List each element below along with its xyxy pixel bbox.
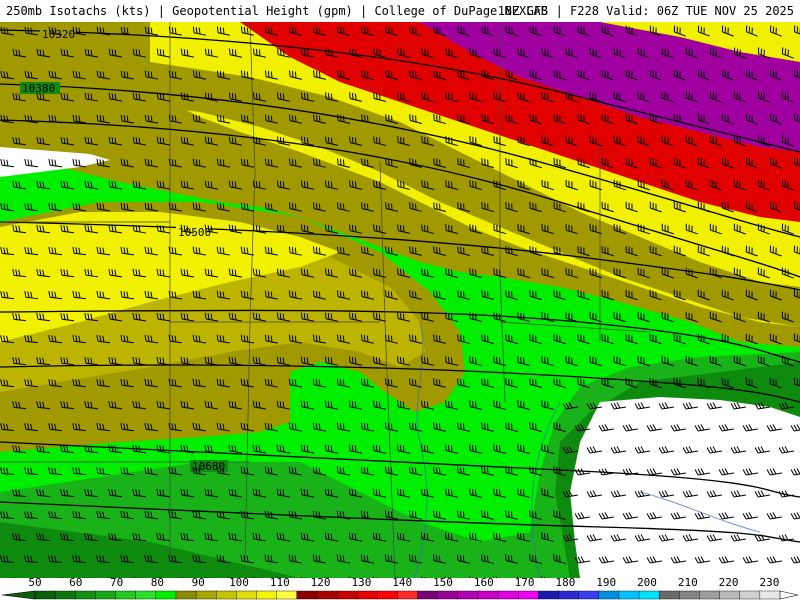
- legend-swatch: [195, 590, 217, 600]
- legend-tick-170: 170: [514, 576, 535, 589]
- legend-swatch: [518, 590, 539, 600]
- isotach-legend: 50 60 70 80 90 100 110 120 130 140 150 160 170 180 190…: [0, 576, 800, 600]
- legend-swatch: [316, 590, 338, 600]
- legend-tick-200: 200: [637, 576, 657, 589]
- legend-swatch: [75, 590, 96, 600]
- legend-swatch: [679, 590, 700, 600]
- legend-swatch: [236, 590, 257, 600]
- legend-swatch: [216, 590, 237, 600]
- isotach-below-threshold-east: [570, 397, 800, 578]
- legend-swatch: [739, 590, 761, 600]
- legend-tick-190: 190: [596, 576, 617, 589]
- legend-swatch: [54, 590, 76, 600]
- legend-tick-220: 220: [718, 576, 739, 589]
- legend-swatch: [719, 590, 741, 600]
- legend-swatch: [276, 590, 298, 600]
- legend-arrow-high: [779, 590, 799, 600]
- map-header: 250mb Isotachs (kts) | Geopotential Heig…: [0, 0, 800, 22]
- legend-swatch: [759, 590, 781, 600]
- legend-swatch: [377, 590, 398, 600]
- legend-swatch: [356, 590, 378, 600]
- legend-tick-50: 50: [28, 576, 42, 589]
- legend-color-bar: [1, 590, 799, 600]
- map-title: 250mb Isotachs (kts) | Geopotential Heig…: [6, 4, 548, 18]
- legend-swatch: [578, 590, 600, 600]
- legend-tick-210: 210: [677, 576, 698, 589]
- legend-tick-60: 60: [69, 576, 83, 589]
- legend-arrow-low: [1, 590, 36, 600]
- legend-tick-120: 120: [310, 576, 331, 589]
- legend-swatch: [175, 590, 197, 600]
- legend-tick-110: 110: [269, 576, 290, 589]
- legend-swatch: [638, 590, 660, 600]
- legend-tick-230: 230: [759, 576, 780, 589]
- legend-tick-labels: 50 60 70 80 90 100 110 120 130 140 150 160 170 180 190…: [0, 576, 800, 590]
- legend-swatch: [155, 590, 177, 600]
- legend-swatch: [457, 590, 479, 600]
- legend-tick-150: 150: [433, 576, 453, 589]
- legend-swatch: [34, 590, 56, 600]
- legend-swatch: [477, 590, 499, 600]
- contour-label-10380: 10380: [22, 82, 55, 95]
- legend-tick-160: 160: [473, 576, 494, 589]
- legend-tick-80: 80: [150, 576, 165, 589]
- legend-swatch: [296, 590, 318, 600]
- legend-tick-100: 100: [229, 576, 249, 589]
- legend-swatch: [618, 590, 640, 600]
- legend-swatch: [336, 590, 358, 600]
- legend-swatch: [699, 590, 721, 600]
- model-valid-time: 18Z GFS | F228 Valid: 06Z TUE NOV 25 202…: [497, 4, 794, 18]
- legend-swatch: [417, 590, 439, 600]
- legend-swatch: [538, 590, 560, 600]
- legend-tick-70: 70: [109, 576, 124, 589]
- legend-swatch: [115, 590, 137, 600]
- legend-swatch: [437, 590, 459, 600]
- legend-tick-130: 130: [351, 576, 372, 589]
- legend-tick-140: 140: [392, 576, 413, 589]
- legend-swatch: [95, 590, 117, 600]
- legend-swatch: [558, 590, 580, 600]
- weather-map: 10320 10380 10500 10680: [0, 22, 800, 578]
- legend-swatch: [497, 590, 519, 600]
- legend-tick-180: 180: [555, 576, 576, 589]
- legend-tick-90: 90: [191, 576, 205, 589]
- legend-swatch: [397, 590, 419, 600]
- legend-swatch: [658, 590, 680, 600]
- legend-swatch: [598, 590, 620, 600]
- legend-swatch: [135, 590, 157, 600]
- legend-swatch: [256, 590, 278, 600]
